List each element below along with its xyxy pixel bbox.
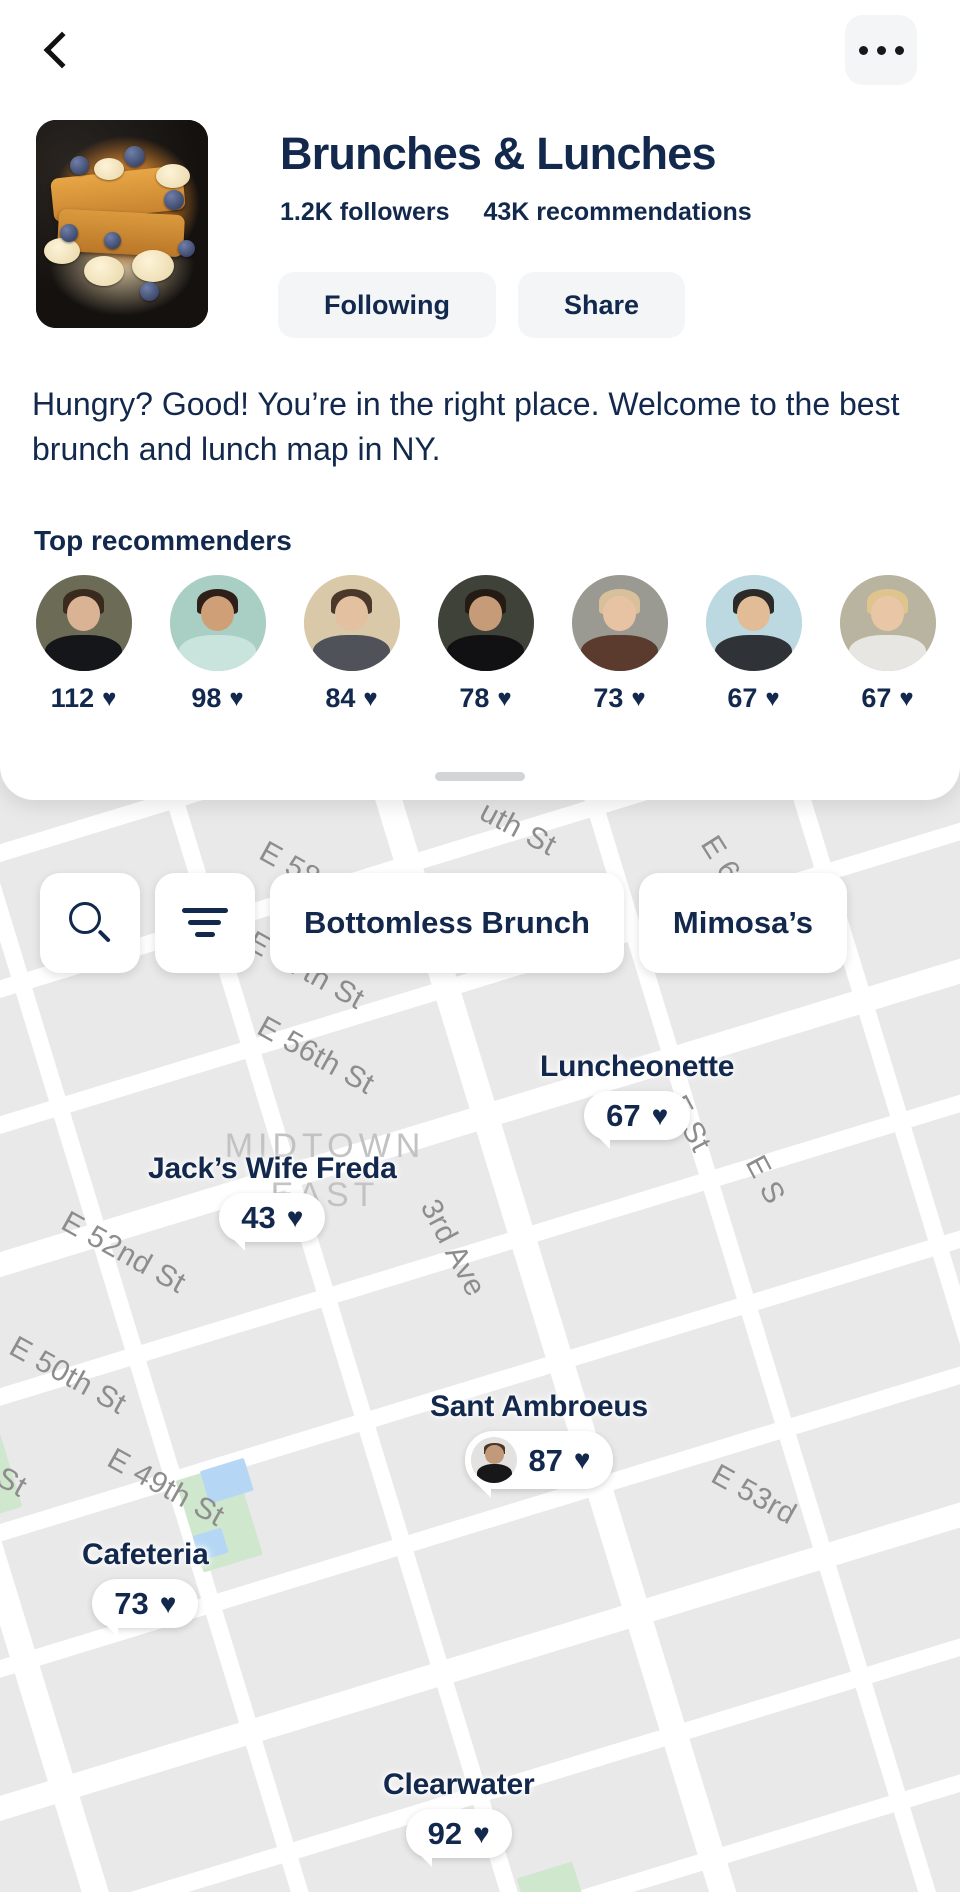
following-button[interactable]: Following [278,272,496,338]
heart-icon: ♥ [497,684,512,712]
recommender-item[interactable]: 67 ♥ [830,575,945,714]
poi-name: Luncheonette [540,1050,735,1083]
heart-icon: ♥ [631,684,646,712]
recommender-item[interactable]: 84 ♥ [294,575,409,714]
filter-chip-bottomless-brunch[interactable]: Bottomless Brunch [270,873,624,973]
share-button-label: Share [563,289,640,320]
recommender-count: 112 [50,683,95,713]
recommender-item[interactable]: 98 ♥ [160,575,275,714]
poi-count: 73 [114,1586,149,1621]
page-title: Brunches & Lunches [280,128,717,179]
filter-icon [182,906,228,940]
heart-icon: ♥ [102,684,117,712]
search-button[interactable] [40,873,140,973]
poi-count-bubble[interactable]: 67 ♥ [584,1091,691,1149]
recommendations-count: 43K recommendations [483,198,752,226]
recommender-item[interactable]: 78 ♥ [428,575,543,714]
recommender-meta: 67 ♥ [830,683,945,714]
avatar [471,1437,518,1483]
recommender-meta: 73 ♥ [562,683,677,714]
filter-chip-mimosas[interactable]: Mimosa’s [638,873,848,973]
recommender-meta: 67 ♥ [696,683,811,714]
following-button-label: Following [324,289,450,320]
map-poi-sant-ambroeus[interactable]: Sant Ambroeus 87 ♥ [430,1390,648,1498]
avatar[interactable] [839,575,936,671]
map-poi-luncheonette[interactable]: Luncheonette 67 ♥ [540,1050,735,1149]
recommender-count: 84 [325,683,356,713]
map-cover-thumbnail[interactable] [36,120,208,328]
heart-icon: ♥ [159,1587,177,1619]
avatar[interactable] [169,575,266,671]
heart-icon: ♥ [363,684,378,712]
avatar[interactable] [437,575,534,671]
recommender-item[interactable]: 112 ♥ [26,575,141,714]
recommender-meta: 84 ♥ [294,683,409,714]
profile-description: Hungry? Good! You’re in the right place.… [32,386,900,468]
poi-count-bubble[interactable]: 92 ♥ [405,1809,512,1867]
recommender-count: 67 [727,683,758,713]
heart-icon: ♥ [765,684,780,712]
heart-icon: ♥ [473,1817,490,1849]
recommender-count: 98 [191,683,222,713]
more-options-button[interactable] [845,15,917,85]
chevron-left-icon [43,31,81,69]
share-button[interactable]: Share [517,272,686,338]
poi-count-bubble[interactable]: 73 ♥ [92,1579,199,1637]
recommender-count: 67 [861,683,892,713]
poi-count: 67 [606,1098,641,1133]
recommender-item[interactable]: 67 ♥ [696,575,811,714]
recommender-item[interactable]: 73 ♥ [562,575,677,714]
heart-icon: ♥ [573,1444,591,1475]
poi-name: Sant Ambroeus [430,1390,648,1423]
recommender-meta: 78 ♥ [428,683,543,714]
recommender-count: 73 [593,683,624,713]
poi-name: Clearwater [383,1768,535,1801]
map-poi-cafeteria[interactable]: Cafeteria 73 ♥ [82,1538,209,1637]
map-filter-bar: Bottomless Brunch Mimosa’s [0,868,960,978]
heart-icon: ♥ [899,684,914,712]
avatar[interactable] [705,575,802,671]
profile-actions: Following Share [278,272,686,338]
avatar[interactable] [303,575,400,671]
profile-stats: 1.2K followers 43K recommendations [280,198,752,227]
map-poi-jacks-wife-freda[interactable]: Jack’s Wife Freda 43 ♥ [148,1152,397,1251]
search-icon [67,900,113,946]
filter-button[interactable] [155,873,255,973]
recommender-meta: 112 ♥ [26,683,141,714]
avatar[interactable] [571,575,668,671]
map-poi-clearwater[interactable]: Clearwater 92 ♥ [383,1768,535,1867]
back-button[interactable] [22,10,102,90]
profile-sheet: Brunches & Lunches 1.2K followers 43K re… [0,0,960,800]
avatar[interactable] [35,575,132,671]
sheet-drag-handle[interactable] [435,772,525,781]
poi-count-bubble[interactable]: 43 ♥ [219,1193,326,1251]
poi-name: Cafeteria [82,1538,209,1571]
poi-count: 92 [427,1816,463,1851]
top-bar [0,0,960,100]
filter-chip-label: Mimosa’s [672,905,814,940]
followers-count: 1.2K followers [280,198,450,226]
top-recommenders-list[interactable]: 112 ♥ 98 ♥ 84 ♥ 78 ♥ 73 ♥ 67 ♥ 67 ♥ [26,575,960,714]
top-recommenders-heading: Top recommenders [34,525,292,556]
poi-name: Jack’s Wife Freda [148,1152,397,1185]
poi-count-bubble[interactable]: 87 ♥ [465,1431,613,1498]
recommender-meta: 98 ♥ [160,683,275,714]
heart-icon: ♥ [286,1201,304,1233]
poi-count: 87 [528,1442,563,1478]
recommender-count: 78 [459,683,490,713]
heart-icon: ♥ [651,1099,669,1131]
heart-icon: ♥ [229,684,244,712]
poi-count: 43 [241,1200,276,1235]
filter-chip-label: Bottomless Brunch [304,905,590,940]
